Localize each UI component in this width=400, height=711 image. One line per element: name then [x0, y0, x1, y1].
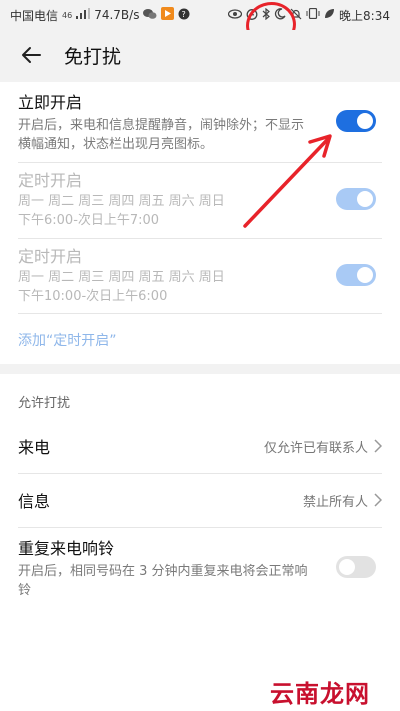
carrier-label: 中国电信 — [10, 8, 59, 23]
leaf-icon — [324, 8, 335, 22]
section-label: 允许打扰 — [18, 396, 71, 411]
schedule-days: 周一 周二 周三 周四 周五 周六 周日 — [18, 270, 225, 285]
immediate-toggle[interactable] — [336, 110, 376, 132]
immediate-title: 立即开启 — [18, 93, 83, 112]
app-icon: ? — [178, 8, 190, 23]
schedule-title: 定时开启 — [18, 171, 83, 190]
messages-row[interactable]: 信息 禁止所有人 — [0, 474, 400, 526]
messages-title: 信息 — [18, 492, 51, 511]
status-left: 中国电信 46 74.7B/s ? — [10, 7, 190, 24]
calls-title: 来电 — [18, 438, 51, 457]
wechat-icon — [143, 8, 157, 23]
dnd-settings-card: 立即开启 开启后，来电和信息提醒静音，闹钟除外；不显示横幅通知，状态栏出现月亮图… — [0, 82, 400, 364]
app-header: 免打扰 — [0, 30, 400, 80]
calls-value: 仅允许已有联系人 — [263, 440, 368, 456]
divider — [18, 162, 382, 163]
schedule-toggle-1[interactable] — [336, 188, 376, 210]
status-time: 晚上8:34 — [339, 8, 390, 23]
schedule-days: 周一 周二 周三 周四 周五 周六 周日 — [18, 194, 225, 209]
repeat-call-description: 开启后，相同号码在 3 分钟内重复来电将会正常响铃 — [18, 564, 308, 598]
network-speed: 74.7B/s — [94, 8, 140, 22]
repeat-call-title: 重复来电响铃 — [18, 539, 115, 558]
watermark-logo: 云南龙网 — [270, 680, 370, 708]
schedule-time: 下午6:00-次日上午7:00 — [18, 213, 160, 228]
chevron-right-icon — [374, 439, 382, 453]
chevron-right-icon — [374, 493, 382, 507]
divider — [18, 527, 382, 528]
allow-disturb-card: 允许打扰 来电 仅允许已有联系人 信息 禁止所有人 重复来电响铃 开启后，相同号… — [0, 374, 400, 711]
page-title: 免打扰 — [64, 45, 122, 68]
repeat-call-toggle[interactable] — [336, 556, 376, 578]
messages-value: 禁止所有人 — [302, 494, 368, 510]
back-arrow-icon[interactable] — [18, 42, 44, 68]
schedule-toggle-2[interactable] — [336, 264, 376, 286]
allow-section-header: 允许打扰 — [0, 392, 400, 411]
svg-text:?: ? — [182, 10, 186, 19]
status-bar: 中国电信 46 74.7B/s ? 晚上8:34 — [0, 0, 400, 30]
calls-row[interactable]: 来电 仅允许已有联系人 — [0, 420, 400, 472]
schedule-title: 定时开启 — [18, 247, 83, 266]
video-app-icon — [161, 7, 175, 23]
add-schedule-link[interactable]: 添加“定时开启” — [18, 333, 117, 349]
immediate-description: 开启后，来电和信息提醒静音，闹钟除外；不显示横幅通知，状态栏出现月亮图标。 — [18, 118, 305, 152]
add-schedule-row: 添加“定时开启” — [0, 330, 400, 350]
network-tag: 46 — [62, 10, 73, 20]
divider — [18, 238, 382, 239]
divider — [18, 313, 382, 314]
signal-icon — [76, 8, 91, 22]
vibrate-icon — [306, 7, 320, 22]
schedule-time: 下午10:00-次日上午6:00 — [18, 289, 168, 304]
eye-icon — [227, 8, 243, 22]
